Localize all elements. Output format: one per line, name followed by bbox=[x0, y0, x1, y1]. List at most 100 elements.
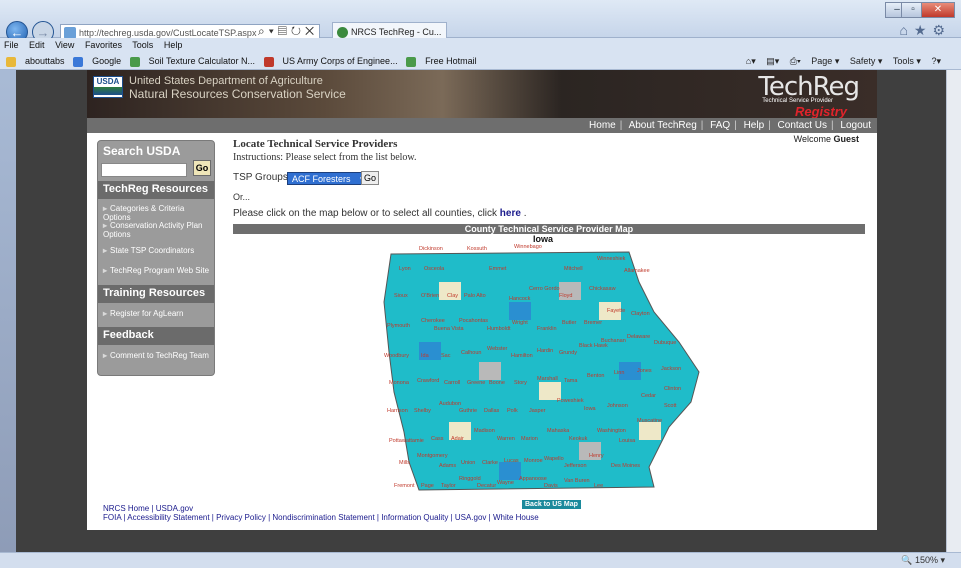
county-label: Wright bbox=[512, 320, 528, 326]
fav-soil[interactable]: Soil Texture Calculator N... bbox=[129, 56, 255, 67]
training-title: Training Resources bbox=[98, 285, 214, 303]
link-label: Categories & Criteria Options bbox=[103, 204, 185, 222]
county-label: Buchanan bbox=[601, 338, 626, 344]
county-label: Keokuk bbox=[569, 436, 588, 442]
ie-icon bbox=[406, 56, 417, 67]
menu-edit[interactable]: Edit bbox=[29, 40, 45, 50]
nav-faq[interactable]: FAQ bbox=[710, 120, 730, 131]
fav-hotmail[interactable]: Free Hotmail bbox=[406, 56, 477, 67]
close-window-button[interactable]: ✕ bbox=[921, 2, 955, 18]
help-icon[interactable]: ?▾ bbox=[931, 56, 941, 66]
welcome-text: Welcome Guest bbox=[794, 134, 859, 144]
county-label: Marshall bbox=[537, 376, 558, 382]
zoom-level[interactable]: 150% bbox=[915, 555, 938, 565]
menu-view[interactable]: View bbox=[55, 40, 74, 50]
county-label: Humboldt bbox=[487, 326, 511, 332]
county-label: Marion bbox=[521, 436, 538, 442]
top-nav: Home | About TechReg | FAQ | Help | Contact … bbox=[87, 118, 877, 133]
county-label: Mitchell bbox=[564, 266, 583, 272]
tsp-groups-select[interactable]: ACF Foresters bbox=[287, 172, 370, 186]
vertical-scrollbar[interactable] bbox=[946, 70, 961, 552]
link-program-site[interactable]: ▸ TechReg Program Web Site bbox=[103, 266, 211, 275]
menu-help[interactable]: Help bbox=[164, 40, 183, 50]
welcome-user: Guest bbox=[833, 134, 859, 144]
county-label: Audubon bbox=[439, 401, 461, 407]
county-label: Chickasaw bbox=[589, 286, 616, 292]
county-label: Guthrie bbox=[459, 408, 477, 414]
nav-contact[interactable]: Contact Us bbox=[778, 120, 827, 131]
county-label: Sioux bbox=[394, 293, 408, 299]
county-label: Decatur bbox=[477, 483, 496, 489]
county-label: Des Moines bbox=[611, 463, 640, 469]
fav-abouttabs[interactable]: abouttabs bbox=[6, 56, 65, 67]
menu-bar: File Edit View Favorites Tools Help bbox=[0, 38, 961, 52]
county-label: Appanoose bbox=[519, 476, 547, 482]
link-comment[interactable]: ▸ Comment to TechReg Team bbox=[103, 351, 211, 360]
link-categories[interactable]: ▸ Categories & Criteria Options bbox=[103, 204, 211, 222]
county-label: Harrison bbox=[387, 408, 408, 414]
address-tools[interactable]: ⌕▾▤↻✕ bbox=[258, 24, 318, 39]
usda-logo[interactable]: USDA bbox=[93, 76, 123, 98]
feeds-icon[interactable]: ▤▾ bbox=[766, 56, 779, 66]
nav-home[interactable]: Home bbox=[589, 120, 616, 131]
nav-help[interactable]: Help bbox=[744, 120, 765, 131]
cmd-tools[interactable]: Tools ▾ bbox=[893, 56, 921, 66]
browser-right-icons[interactable]: ⌂★⚙ bbox=[899, 22, 951, 39]
search-input[interactable] bbox=[101, 163, 187, 177]
county-label: Madison bbox=[474, 428, 495, 434]
county-label: Tama bbox=[564, 378, 578, 384]
feedback-title: Feedback bbox=[98, 327, 214, 345]
menu-favorites[interactable]: Favorites bbox=[85, 40, 122, 50]
map-title-bar: County Technical Service Provider Map bbox=[233, 224, 865, 234]
link-label: State TSP Coordinators bbox=[110, 246, 195, 255]
county-label: Story bbox=[514, 380, 527, 386]
footer-line2[interactable]: FOIA | Accessibility Statement | Privacy… bbox=[103, 513, 539, 522]
county-label: Calhoun bbox=[461, 350, 482, 356]
county-label: Monona bbox=[389, 380, 410, 386]
tsp-go-button[interactable]: Go bbox=[361, 171, 379, 185]
fav-google[interactable]: Google bbox=[73, 56, 121, 67]
tab-favicon-icon bbox=[337, 27, 348, 38]
county-label: Delaware bbox=[627, 334, 650, 340]
county-tile[interactable] bbox=[509, 302, 531, 320]
tsp-groups-label: TSP Groups: bbox=[233, 172, 291, 183]
county-label: Shelby bbox=[414, 408, 431, 414]
url-text: http://techreg.usda.gov/CustLocateTSP.as… bbox=[79, 28, 257, 38]
county-tile[interactable] bbox=[639, 422, 661, 440]
menu-tools[interactable]: Tools bbox=[132, 40, 153, 50]
google-icon bbox=[73, 56, 84, 67]
county-label: Montgomery bbox=[417, 453, 448, 459]
link-conservation[interactable]: ▸ Conservation Activity Plan Options bbox=[103, 221, 211, 239]
registry-label: Registry bbox=[794, 104, 847, 118]
iowa-county-map[interactable]: Lyon Osceola Dickinson Kossuth Winnebago… bbox=[379, 242, 709, 500]
county-label: Cerro Gordo bbox=[529, 286, 560, 292]
all-counties-link[interactable]: here bbox=[500, 208, 521, 219]
search-go-button[interactable]: Go bbox=[193, 160, 211, 176]
fav-usace[interactable]: US Army Corps of Enginee... bbox=[263, 56, 398, 67]
county-label: Allamakee bbox=[624, 268, 650, 274]
status-bar: 🔍 150% ▾ bbox=[0, 552, 961, 568]
footer-line1[interactable]: NRCS Home | USDA.gov bbox=[103, 504, 539, 513]
cmd-safety[interactable]: Safety ▾ bbox=[850, 56, 883, 66]
county-label: Clay bbox=[447, 293, 458, 299]
welcome-prefix: Welcome bbox=[793, 134, 831, 144]
cmd-page[interactable]: Page ▾ bbox=[811, 56, 839, 66]
county-label: Bremer bbox=[584, 320, 602, 326]
county-label: Ida bbox=[421, 353, 430, 359]
county-label: Ringgold bbox=[459, 476, 481, 482]
nav-logout[interactable]: Logout bbox=[840, 120, 871, 131]
link-state-coordinators[interactable]: ▸ State TSP Coordinators bbox=[103, 246, 211, 255]
county-tile[interactable] bbox=[499, 462, 521, 480]
print-icon[interactable]: ⎙▾ bbox=[790, 56, 801, 66]
county-label: Benton bbox=[587, 373, 604, 379]
county-tile[interactable] bbox=[479, 362, 501, 380]
home-icon[interactable]: ⌂▾ bbox=[746, 56, 756, 66]
title-bar: ← → http://techreg.usda.gov/CustLocateTS… bbox=[0, 0, 961, 56]
menu-file[interactable]: File bbox=[4, 40, 19, 50]
nav-about[interactable]: About TechReg bbox=[629, 120, 697, 131]
or-text: Or... bbox=[233, 192, 251, 202]
county-label: Lee bbox=[594, 483, 603, 489]
click-instruction: Please click on the map below or to sele… bbox=[233, 208, 527, 219]
click-text: Please click on the map below or to sele… bbox=[233, 208, 498, 219]
link-aglearn[interactable]: ▸ Register for AgLearn bbox=[103, 309, 211, 318]
